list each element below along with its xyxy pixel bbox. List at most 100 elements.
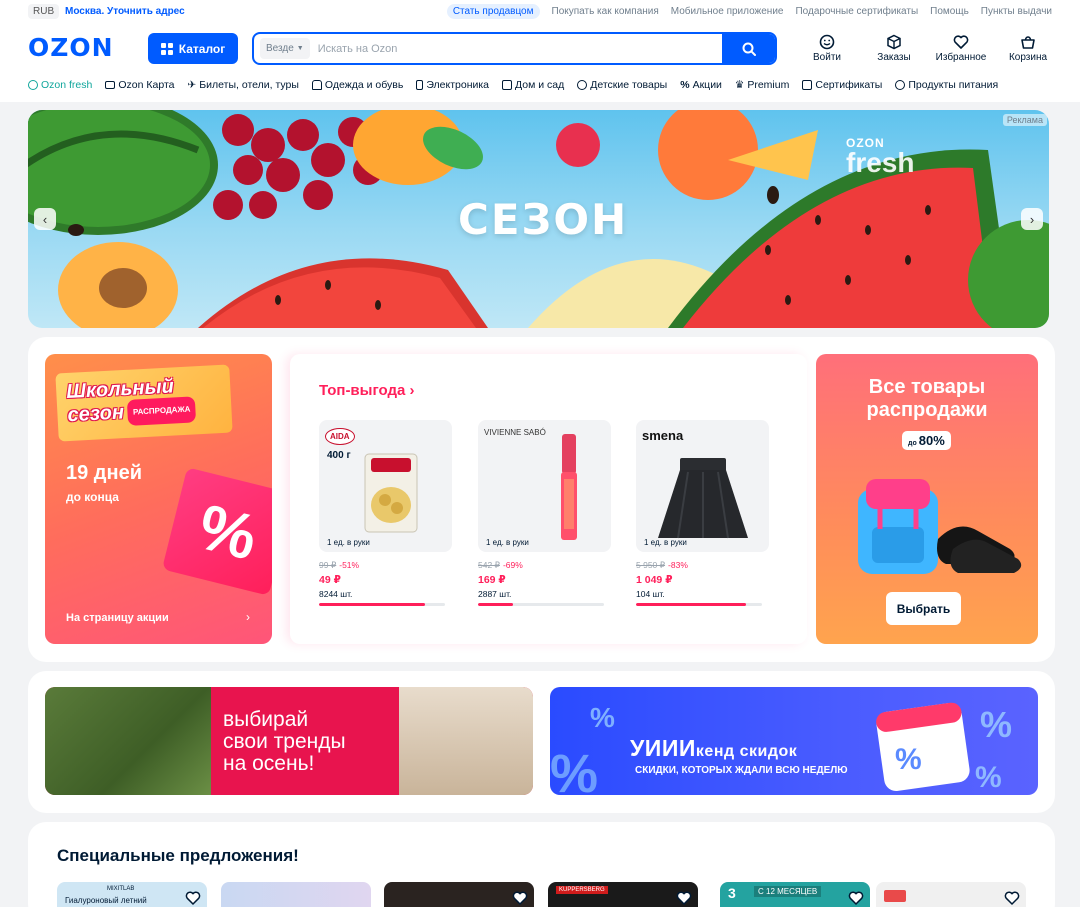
- choose-button[interactable]: Выбрать: [886, 592, 961, 625]
- stock-count: 8244 шт.: [319, 589, 353, 599]
- svg-text:%: %: [895, 743, 922, 776]
- site-header: RUB Москва. Уточнить адрес Стать продавц…: [0, 0, 1080, 102]
- grass-photo: [45, 687, 211, 795]
- weekend-title-big: УИИИ: [630, 735, 696, 761]
- search-scope-dropdown[interactable]: Везде ▼: [260, 38, 310, 59]
- top-deal-block: Топ-выгода › AIDA 400 г 1 ед. в руки 99 …: [290, 354, 807, 644]
- category-electronics[interactable]: Электроника: [416, 77, 489, 93]
- stock-count: 104 шт.: [636, 589, 665, 599]
- weekend-title: УИИИкенд скидок: [630, 735, 797, 762]
- top-link-business[interactable]: Покупать как компания: [552, 6, 659, 17]
- old-price: 5 950 ₽: [636, 560, 666, 570]
- product-card[interactable]: smena 1 ед. в руки 5 950 ₽ -83% 1 049 ₽ 1…: [636, 420, 769, 606]
- stock-count: 2887 шт.: [478, 589, 512, 599]
- category-tickets[interactable]: ✈ Билеты, отели, туры: [187, 77, 298, 93]
- offer-card[interactable]: KUPPERSBERG: [548, 882, 698, 907]
- ad-label: Реклама: [1002, 114, 1047, 126]
- skirt-image: [658, 458, 748, 539]
- login-button[interactable]: Войти: [797, 34, 857, 63]
- search-icon: [742, 42, 756, 56]
- svg-text:%: %: [590, 702, 615, 733]
- search-input[interactable]: [317, 42, 722, 55]
- top-deal-title[interactable]: Топ-выгода ›: [319, 382, 415, 399]
- category-label: Одежда и обувь: [324, 79, 404, 91]
- top-link-seller[interactable]: Стать продавцом: [446, 4, 540, 19]
- heart-icon[interactable]: [676, 890, 692, 906]
- product-weight: 400 г: [327, 450, 351, 461]
- offer-card[interactable]: MIXITLAB Гиалуроновый летний: [57, 882, 207, 907]
- product-brand: AIDA: [325, 428, 355, 445]
- search-button[interactable]: [722, 34, 775, 63]
- heart-icon[interactable]: [512, 890, 528, 906]
- offer-card[interactable]: [221, 882, 371, 907]
- offer-card[interactable]: 3 С 12 МЕСЯЦЕВ: [720, 882, 870, 907]
- catalog-button[interactable]: Каталог: [148, 33, 238, 64]
- price: 1 049 ₽: [636, 574, 673, 586]
- trend-text: выбирай свои тренды на осень!: [223, 709, 346, 775]
- stock-bar: [478, 603, 604, 606]
- all-sale-line2: распродажи: [866, 399, 988, 421]
- gift-icon: [802, 80, 813, 90]
- days-left: 19 дней: [66, 462, 142, 484]
- heart-icon[interactable]: [185, 890, 201, 906]
- category-food[interactable]: Продукты питания: [895, 77, 998, 93]
- top-link-pickup[interactable]: Пункты выдачи: [981, 6, 1052, 17]
- discount: -83%: [668, 560, 688, 570]
- currency-switch[interactable]: RUB: [28, 4, 60, 19]
- svg-text:%: %: [550, 744, 598, 795]
- top-link-app[interactable]: Мобильное приложение: [671, 6, 784, 17]
- purchase-limit: 1 ед. в руки: [644, 538, 687, 547]
- search-bar: Везде ▼: [252, 32, 777, 65]
- favorites-label: Избранное: [935, 52, 987, 63]
- heart-icon: [953, 35, 969, 49]
- category-home[interactable]: Дом и сад: [502, 77, 564, 93]
- fashion-photo: [399, 687, 533, 795]
- promo-page-link[interactable]: На страницу акции: [66, 612, 169, 624]
- orders-button[interactable]: Заказы: [864, 34, 924, 63]
- product-card[interactable]: VIVIENNE SABÓ 1 ед. в руки 542 ₽ -69% 169…: [478, 420, 611, 606]
- stock-bar: [636, 603, 762, 606]
- product-card[interactable]: AIDA 400 г 1 ед. в руки 99 ₽ -51% 49 ₽ 82…: [319, 420, 452, 606]
- category-premium[interactable]: ♛ Premium: [735, 77, 789, 93]
- category-label: Ozon Карта: [118, 79, 175, 91]
- card-icon: [105, 81, 116, 89]
- category-ozon-card[interactable]: Ozon Карта: [105, 77, 174, 93]
- discount: -69%: [502, 560, 523, 570]
- category-certificates[interactable]: Сертификаты: [802, 77, 882, 93]
- product-image: VIVIENNE SABÓ 1 ед. в руки: [478, 420, 611, 552]
- school-season-banner[interactable]: Школьный сезон РАСПРОДАЖА 19 дней до конц…: [45, 354, 272, 644]
- cart-button[interactable]: Корзина: [998, 34, 1058, 63]
- offer-card[interactable]: [384, 882, 534, 907]
- sofa-icon: [502, 80, 513, 90]
- special-offers-section: Специальные предложения! MIXITLAB Гиалур…: [28, 822, 1055, 907]
- weekend-sale-banner[interactable]: % % % % % УИИИкенд скидок СКИДКИ, КОТОРЫ…: [550, 687, 1038, 795]
- autumn-trends-banner[interactable]: выбирай свои тренды на осень!: [45, 687, 533, 795]
- heart-icon[interactable]: [1004, 890, 1020, 906]
- hero-banner[interactable]: СЕЗОН OZON fresh Реклама ‹ ›: [28, 110, 1049, 328]
- heart-icon[interactable]: [848, 890, 864, 906]
- pasta-pack-image: [364, 453, 418, 533]
- city-selector[interactable]: Москва. Уточнить адрес: [65, 6, 185, 17]
- top-link-help[interactable]: Помощь: [930, 6, 969, 17]
- all-sale-banner[interactable]: Все товары распродажи до 80% Выбрать: [816, 354, 1038, 644]
- category-label: Premium: [747, 79, 790, 91]
- offer-card[interactable]: [876, 882, 1026, 907]
- favorites-button[interactable]: Избранное: [931, 34, 991, 63]
- ozon-logo[interactable]: OZON: [28, 33, 114, 62]
- category-promo[interactable]: % Акции: [680, 77, 722, 93]
- all-sale-title: Все товары распродажи: [816, 376, 1038, 422]
- svg-text:%: %: [975, 761, 1002, 794]
- offer-label: С 12 МЕСЯЦЕВ: [754, 886, 822, 897]
- product-image: AIDA 400 г 1 ед. в руки: [319, 420, 452, 552]
- top-link-gift-cards[interactable]: Подарочные сертификаты: [795, 6, 918, 17]
- category-kids[interactable]: Детские товары: [577, 77, 667, 93]
- chevron-down-icon: ▼: [296, 45, 304, 52]
- carousel-prev-button[interactable]: ‹: [34, 208, 56, 230]
- carousel-next-button[interactable]: ›: [1021, 208, 1043, 230]
- days-left-sub: до конца: [66, 490, 119, 504]
- sale-pill: РАСПРОДАЖА: [127, 396, 197, 426]
- category-ozon-fresh[interactable]: Ozon fresh: [28, 77, 92, 93]
- svg-text:%: %: [980, 704, 1012, 745]
- category-clothes[interactable]: Одежда и обувь: [311, 77, 404, 93]
- chevron-left-icon: ‹: [42, 211, 48, 227]
